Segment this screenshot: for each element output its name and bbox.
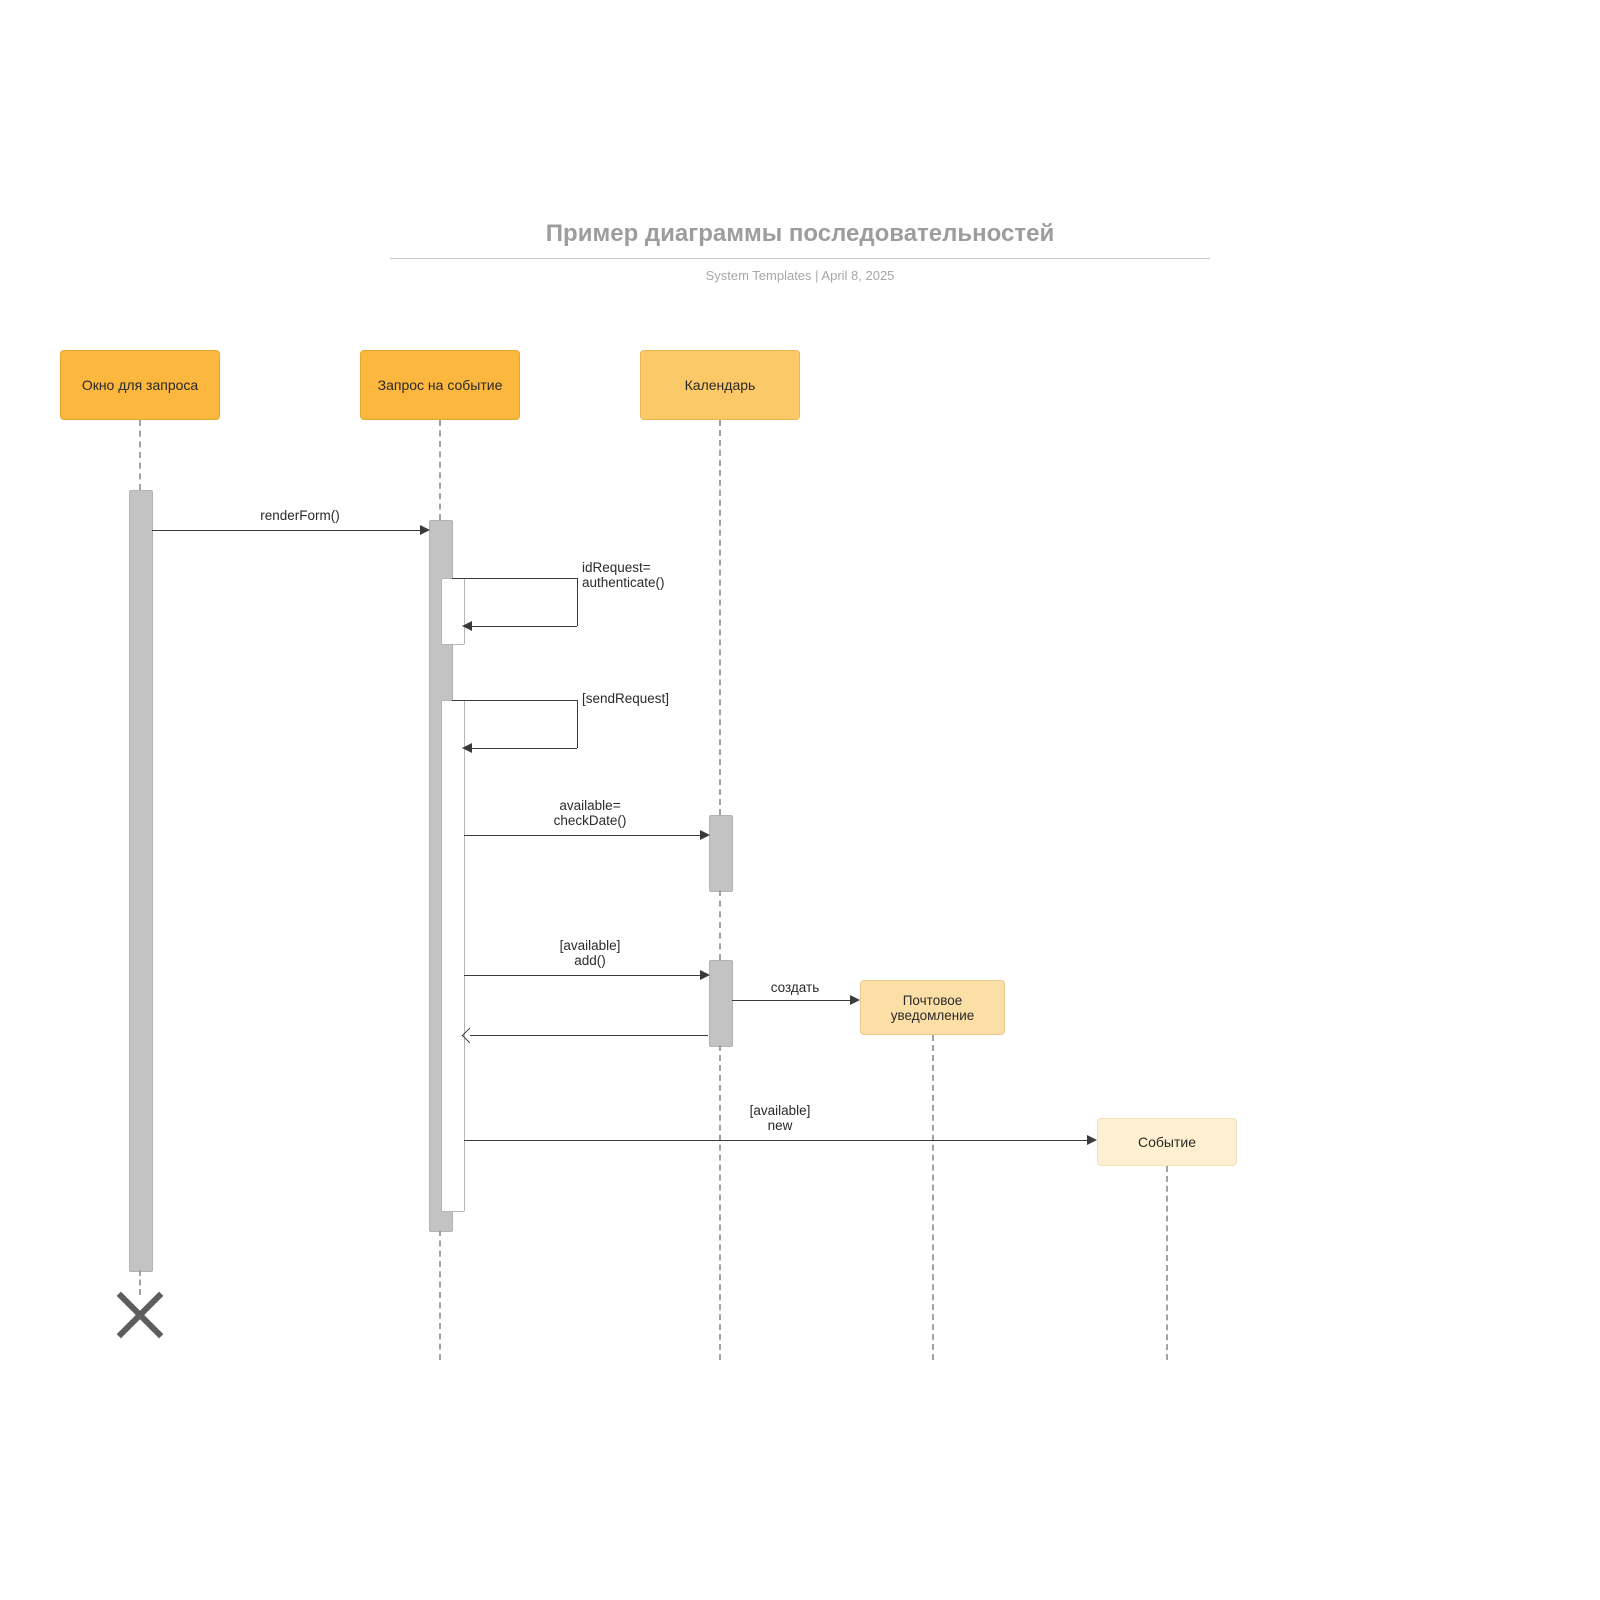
label-send: [sendRequest] [582, 691, 702, 706]
label-create-mail: создать [745, 980, 845, 995]
arrow-return [470, 1035, 708, 1036]
lifeline-p2-top [439, 420, 441, 520]
self-auth-bot [467, 626, 577, 627]
self-auth-side [577, 578, 578, 626]
participant-event: Событие [1097, 1118, 1237, 1166]
title-underline [390, 258, 1210, 259]
sequence-diagram-canvas: Пример диаграммы последовательностей Sys… [0, 0, 1600, 1600]
lifeline-p3-bot [719, 1045, 721, 1360]
diagram-date: April 8, 2025 [821, 268, 894, 283]
lifeline-p1-gap [139, 1270, 141, 1295]
self-auth-top [452, 578, 577, 579]
diagram-author: System Templates [706, 268, 812, 283]
participant-mail-notification: Почтовое уведомление [860, 980, 1005, 1035]
label-new-event: [available] new [700, 1103, 860, 1133]
arrowhead-send [462, 743, 472, 753]
lifeline-p3-mid [719, 890, 721, 960]
lifeline-p3-top [719, 420, 721, 815]
diagram-subtitle: System Templates | April 8, 2025 [0, 268, 1600, 283]
arrow-new-event [464, 1140, 1094, 1141]
lifeline-p4 [932, 1035, 934, 1360]
arrowhead-new-event [1087, 1135, 1097, 1145]
lifeline-p1-top [139, 420, 141, 490]
arrow-renderform [152, 530, 427, 531]
lifeline-p2-bot [439, 1230, 441, 1360]
self-send-bot [467, 748, 577, 749]
arrowhead-create-mail [850, 995, 860, 1005]
activation-p3-check [709, 815, 733, 892]
participant-event-request: Запрос на событие [360, 350, 520, 420]
arrowhead-renderform [420, 525, 430, 535]
label-checkdate: available= checkDate() [510, 798, 670, 828]
arrowhead-auth [462, 621, 472, 631]
arrowhead-checkdate [700, 830, 710, 840]
activation-p2-auth [441, 578, 465, 645]
arrow-create-mail [732, 1000, 857, 1001]
separator: | [812, 268, 822, 283]
participant-calendar: Календарь [640, 350, 800, 420]
activation-p2-inner [441, 700, 465, 1212]
self-send-top [452, 700, 577, 701]
activation-p3-add [709, 960, 733, 1047]
arrow-add [464, 975, 707, 976]
label-renderform: renderForm() [210, 508, 390, 523]
activation-p1 [129, 490, 153, 1272]
participant-request-window: Окно для запроса [60, 350, 220, 420]
label-auth: idRequest= authenticate() [582, 560, 702, 590]
label-add: [available] add() [510, 938, 670, 968]
arrow-checkdate [464, 835, 707, 836]
self-send-side [577, 700, 578, 748]
lifeline-p5 [1166, 1166, 1168, 1360]
arrowhead-add [700, 970, 710, 980]
diagram-title: Пример диаграммы последовательностей [0, 220, 1600, 248]
